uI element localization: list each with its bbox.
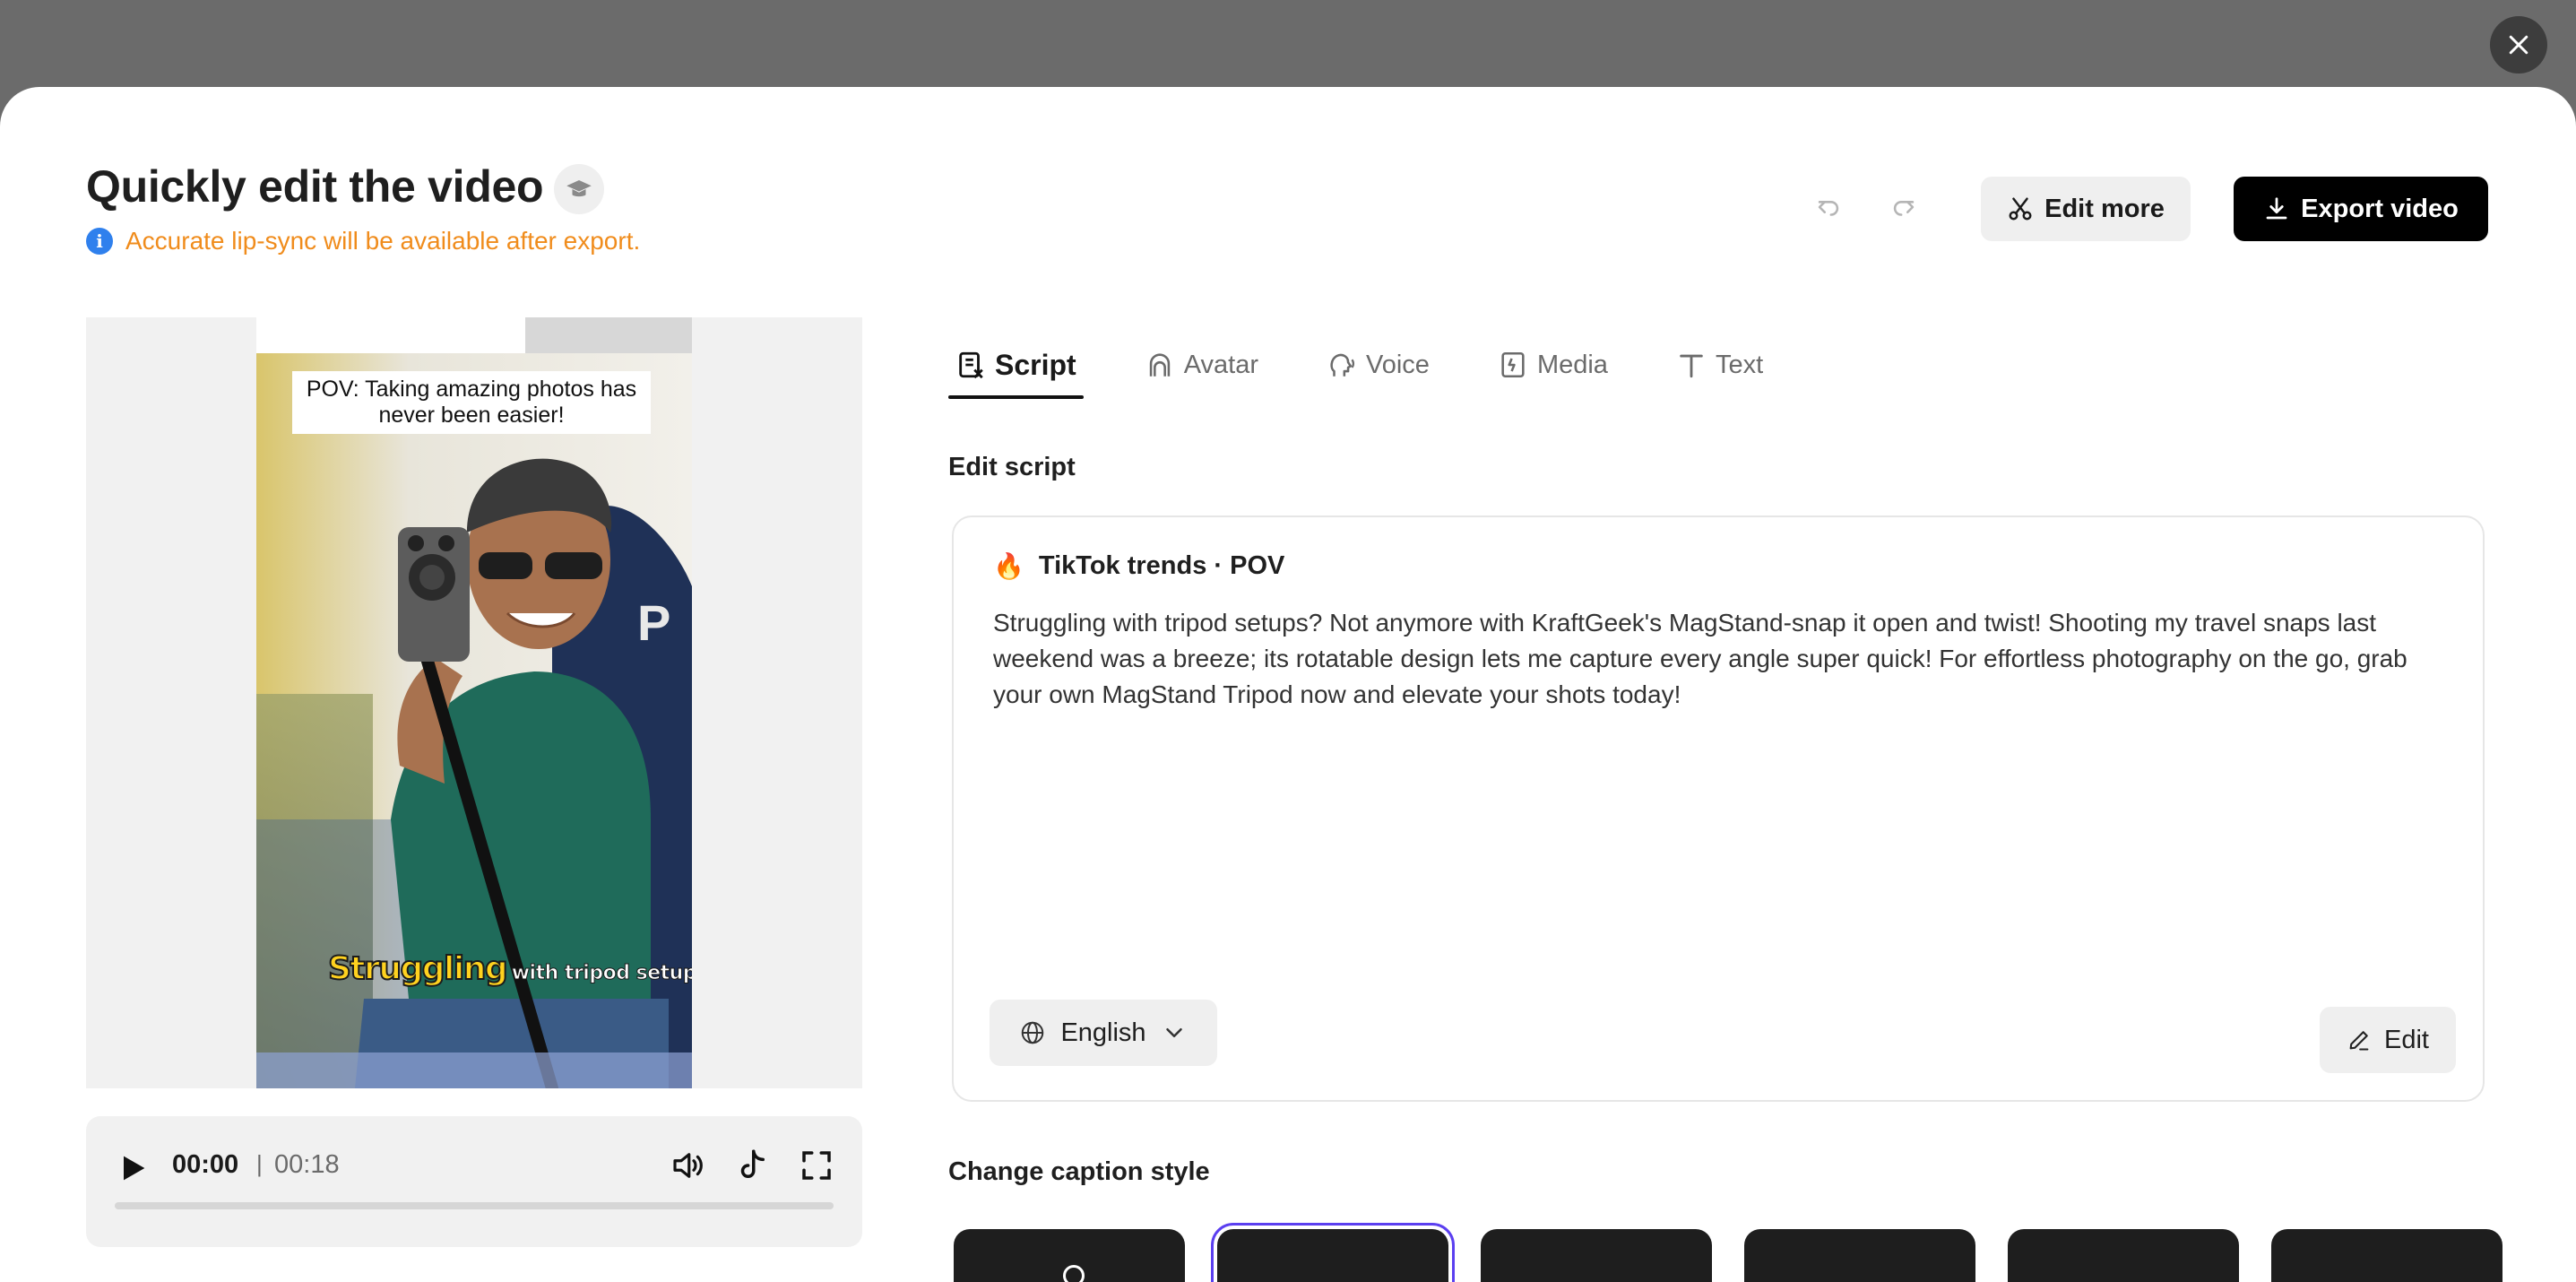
video-top-caption: POV: Taking amazing photos has never bee… (292, 371, 651, 434)
tab-label: Script (995, 348, 1076, 381)
fullscreen-icon[interactable] (798, 1147, 835, 1184)
tab-media[interactable]: Media (1491, 334, 1615, 395)
info-icon: i (86, 228, 113, 255)
edit-more-label: Edit more (2044, 194, 2165, 223)
export-video-label: Export video (2301, 194, 2459, 223)
caption-style-option-selected[interactable] (1211, 1223, 1455, 1282)
script-template-tag: 🔥 TikTok trends · POV (993, 551, 1284, 581)
graduation-cap-icon (566, 180, 592, 197)
total-time: 00:18 (274, 1150, 340, 1179)
tab-script[interactable]: Script (948, 334, 1084, 399)
redo-button[interactable] (1882, 186, 1925, 229)
tab-label: Media (1536, 350, 1608, 379)
volume-icon[interactable] (669, 1147, 706, 1184)
video-bottom-caption: Struggling with tripod setups? (327, 949, 692, 988)
caption-style-option[interactable] (954, 1229, 1185, 1282)
tab-label: Voice (1365, 350, 1430, 379)
chevron-down-icon (1165, 1028, 1182, 1037)
close-button[interactable] (2490, 16, 2547, 74)
fire-icon: 🔥 (993, 552, 1024, 580)
redo-icon (1893, 201, 1915, 216)
time-separator: | (256, 1150, 263, 1177)
edit-video-modal: Quickly edit the video i Accurate lip-sy… (0, 87, 2576, 1282)
voice-icon (1330, 353, 1355, 377)
caption-style-option[interactable] (2008, 1229, 2239, 1282)
language-select[interactable]: English (990, 1000, 1217, 1066)
globe-icon (1022, 1021, 1044, 1044)
undo-button[interactable] (1807, 186, 1850, 229)
editor-tabs: Script Avatar Voice Media Text (948, 334, 1824, 399)
export-video-button[interactable]: Export video (2234, 177, 2488, 241)
caption-style-option[interactable] (1481, 1229, 1712, 1282)
tab-label: Avatar (1183, 350, 1258, 379)
caption-style-heading: Change caption style (948, 1157, 1210, 1186)
language-value: English (1060, 1018, 1146, 1047)
script-icon (959, 351, 983, 379)
download-icon (2266, 197, 2287, 220)
text-icon (1680, 354, 1703, 378)
tab-voice[interactable]: Voice (1319, 334, 1437, 395)
caption-style-option[interactable] (2271, 1229, 2503, 1282)
close-icon (2509, 35, 2528, 55)
video-frame: P POV: Taking amazing photos has never b… (256, 317, 692, 1088)
script-tag-label: TikTok trends · POV (1038, 551, 1285, 580)
caption-style-list (954, 1223, 2503, 1282)
playback-progress-bar[interactable] (115, 1202, 834, 1209)
page-title: Quickly edit the video (86, 161, 544, 212)
script-editor[interactable]: 🔥 TikTok trends · POV Struggling with tr… (952, 515, 2485, 1102)
lip-sync-notice: i Accurate lip-sync will be available af… (86, 227, 640, 256)
play-icon[interactable] (115, 1150, 151, 1186)
tab-label: Text (1715, 350, 1764, 379)
scissors-icon (2009, 197, 2032, 221)
backdrop-overlay (0, 0, 2576, 90)
script-text[interactable]: Struggling with tripod setups? Not anymo… (993, 605, 2454, 713)
edit-script-button[interactable]: Edit (2320, 1007, 2456, 1073)
current-time: 00:00 (172, 1150, 239, 1179)
edit-script-heading: Edit script (948, 453, 1076, 481)
tutorial-button[interactable] (554, 164, 604, 214)
svg-text:P: P (637, 594, 670, 651)
caption-style-option[interactable] (1744, 1229, 1975, 1282)
pencil-icon (2349, 1031, 2369, 1051)
notice-text: Accurate lip-sync will be available afte… (125, 227, 641, 255)
caption-style-preview-icon (1063, 1265, 1085, 1282)
avatar-icon (1149, 353, 1170, 377)
edit-script-label: Edit (2384, 1025, 2429, 1054)
video-player-controls: 00:00 | 00:18 (86, 1116, 862, 1247)
video-preview[interactable]: P POV: Taking amazing photos has never b… (86, 317, 862, 1088)
media-icon (1501, 351, 1525, 378)
caption-rest-text: with tripod setups? (511, 962, 692, 985)
undo-icon (1818, 201, 1839, 216)
edit-more-button[interactable]: Edit more (1981, 177, 2191, 241)
tiktok-icon[interactable] (733, 1147, 771, 1184)
tab-avatar[interactable]: Avatar (1137, 334, 1266, 395)
tab-text[interactable]: Text (1669, 334, 1770, 395)
caption-highlight-word: Struggling (327, 949, 509, 988)
